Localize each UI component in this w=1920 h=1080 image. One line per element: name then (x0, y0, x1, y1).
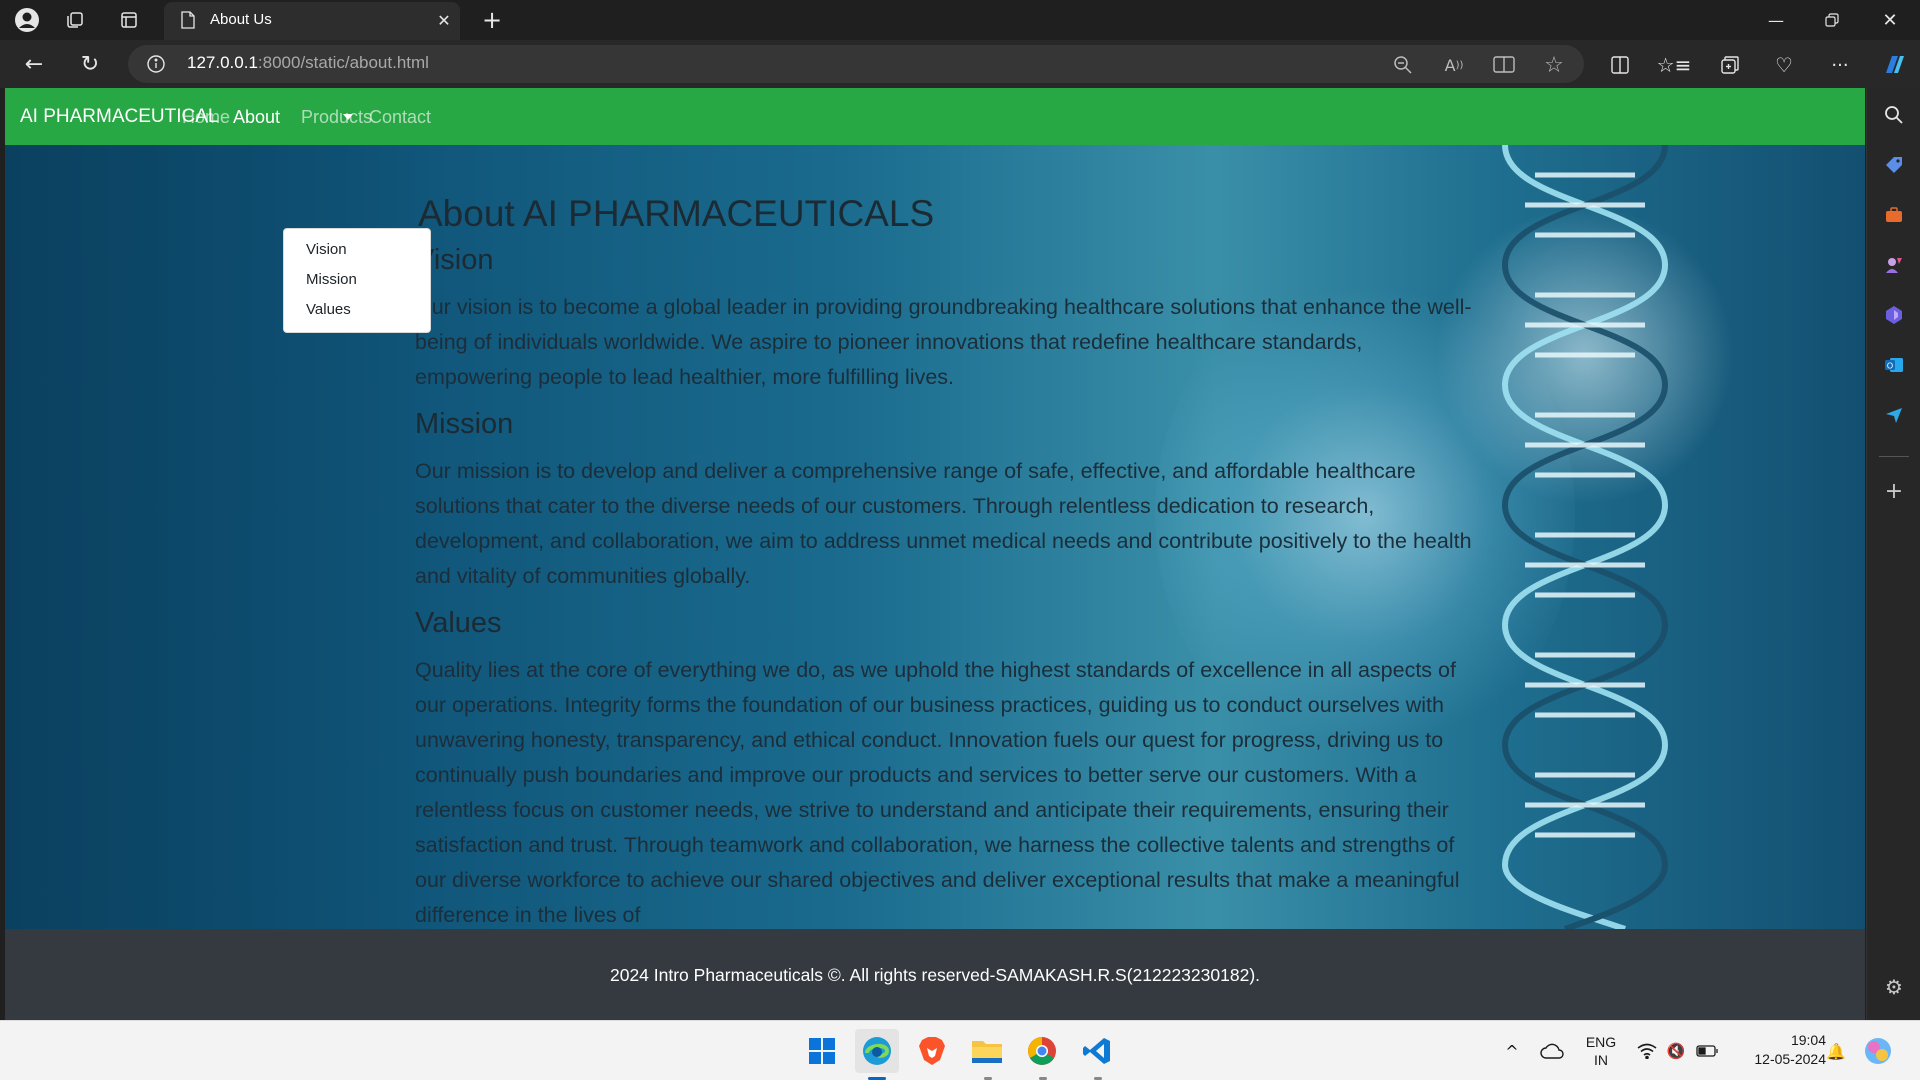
nav-contact[interactable]: Contact (369, 107, 431, 128)
more-options-icon[interactable]: ··· (1826, 52, 1854, 78)
dropdown-item-mission[interactable]: Mission (306, 271, 357, 288)
lang-bottom: IN (1594, 1052, 1608, 1068)
mission-heading: Mission (415, 408, 514, 440)
language-indicator[interactable]: ENG IN (1578, 1033, 1624, 1069)
add-icon[interactable]: + (1881, 478, 1907, 504)
clock-date: 12-05-2024 (1754, 1051, 1826, 1067)
site-info-icon[interactable] (145, 53, 167, 75)
onedrive-cloud-icon[interactable] (1538, 1039, 1566, 1063)
clock[interactable]: 19:04 12-05-2024 (1730, 1031, 1826, 1069)
close-tab-icon[interactable]: ✕ (434, 10, 454, 30)
restore-icon[interactable] (1820, 8, 1844, 32)
browser-tab-bar: About Us ✕ + — ✕ (0, 0, 1920, 40)
page-icon (178, 10, 198, 30)
edge-sidebar: O + ⚙ (1866, 88, 1920, 1020)
chevron-up-icon[interactable]: ^ (1500, 1039, 1524, 1063)
workspaces-icon[interactable] (62, 8, 88, 32)
settings-gear-icon[interactable]: ⚙ (1881, 974, 1907, 1000)
vscode-icon[interactable] (1075, 1029, 1119, 1073)
mission-text: Our mission is to develop and deliver a … (415, 459, 1472, 588)
values-heading: Values (415, 607, 502, 639)
browser-essentials-icon[interactable]: ♡ (1770, 52, 1798, 78)
favorite-star-icon[interactable]: ☆ (1540, 51, 1568, 79)
notification-bell-icon[interactable]: 🔔 (1824, 1039, 1848, 1063)
url-host: 127.0.0.1 (187, 53, 258, 72)
copilot-icon[interactable] (1878, 49, 1910, 81)
start-windows-icon[interactable] (800, 1029, 844, 1073)
tab-about-us[interactable] (164, 2, 460, 40)
immersive-reader-icon[interactable] (1490, 52, 1518, 78)
site-navbar: AI PHARMACEUTICAL Home About Products Co… (5, 88, 1865, 145)
file-explorer-icon[interactable] (965, 1029, 1009, 1073)
send-icon[interactable] (1881, 402, 1907, 428)
brave-browser-icon[interactable] (910, 1029, 954, 1073)
sidebar-divider (1879, 456, 1909, 457)
new-tab-icon[interactable]: + (480, 6, 504, 34)
games-icon[interactable] (1881, 252, 1907, 278)
svg-text:O: O (1887, 362, 1893, 371)
search-icon[interactable] (1881, 102, 1907, 128)
chrome-browser-icon[interactable] (1020, 1029, 1064, 1073)
back-arrow-icon[interactable]: ← (20, 50, 48, 78)
microsoft-365-icon[interactable] (1881, 302, 1907, 328)
tools-briefcase-icon[interactable] (1881, 202, 1907, 228)
clock-time: 19:04 (1790, 1032, 1826, 1048)
nav-home[interactable]: Home (182, 107, 230, 128)
tab-actions-icon[interactable] (116, 8, 142, 32)
dropdown-item-vision[interactable]: Vision (306, 241, 347, 258)
close-window-icon[interactable]: ✕ (1878, 6, 1902, 34)
refresh-icon[interactable]: ↻ (76, 50, 104, 78)
shopping-tag-icon[interactable] (1881, 152, 1907, 178)
read-aloud-icon[interactable]: A)) (1440, 52, 1468, 78)
profile-icon[interactable] (12, 6, 42, 34)
wifi-icon[interactable] (1635, 1039, 1659, 1063)
url-path: :8000/static/about.html (257, 53, 429, 72)
page-viewport: AI PHARMACEUTICAL Home About Products Co… (5, 88, 1865, 1020)
minimize-icon[interactable]: — (1764, 6, 1788, 34)
tab-title: About Us (210, 11, 272, 28)
edge-browser-icon[interactable] (855, 1029, 899, 1073)
nav-products[interactable]: Products (301, 107, 372, 128)
battery-icon[interactable] (1694, 1039, 1720, 1063)
site-footer: 2024 Intro Pharmaceuticals ©. All rights… (5, 929, 1865, 1020)
dna-helix-image (1501, 145, 1669, 929)
page-title: About AI PHARMACEUTICALS (418, 193, 935, 234)
outlook-icon[interactable]: O (1881, 352, 1907, 378)
split-screen-icon[interactable] (1606, 52, 1634, 78)
dropdown-item-values[interactable]: Values (306, 301, 351, 318)
lang-top: ENG (1585, 1034, 1617, 1050)
values-text: Quality lies at the core of everything w… (415, 658, 1460, 927)
favorites-icon[interactable]: ☆≡ (1657, 51, 1692, 79)
nav-about-dropdown[interactable]: About (233, 107, 280, 128)
zoom-icon[interactable] (1390, 52, 1416, 78)
about-dropdown-menu: Vision Mission Values (283, 228, 431, 333)
volume-muted-icon[interactable]: 🔇 (1664, 1039, 1688, 1063)
url-text[interactable]: 127.0.0.1:8000/static/about.html (187, 53, 429, 73)
footer-copyright: 2024 Intro Pharmaceuticals ©. All rights… (609, 965, 1261, 985)
windows-taskbar: ^ ENG IN 🔇 19:04 12-05-2024 🔔 (0, 1020, 1920, 1080)
copilot-taskbar-icon[interactable] (1862, 1035, 1894, 1067)
vision-text: Our vision is to become a global leader … (415, 295, 1472, 389)
collections-icon[interactable] (1716, 52, 1744, 78)
